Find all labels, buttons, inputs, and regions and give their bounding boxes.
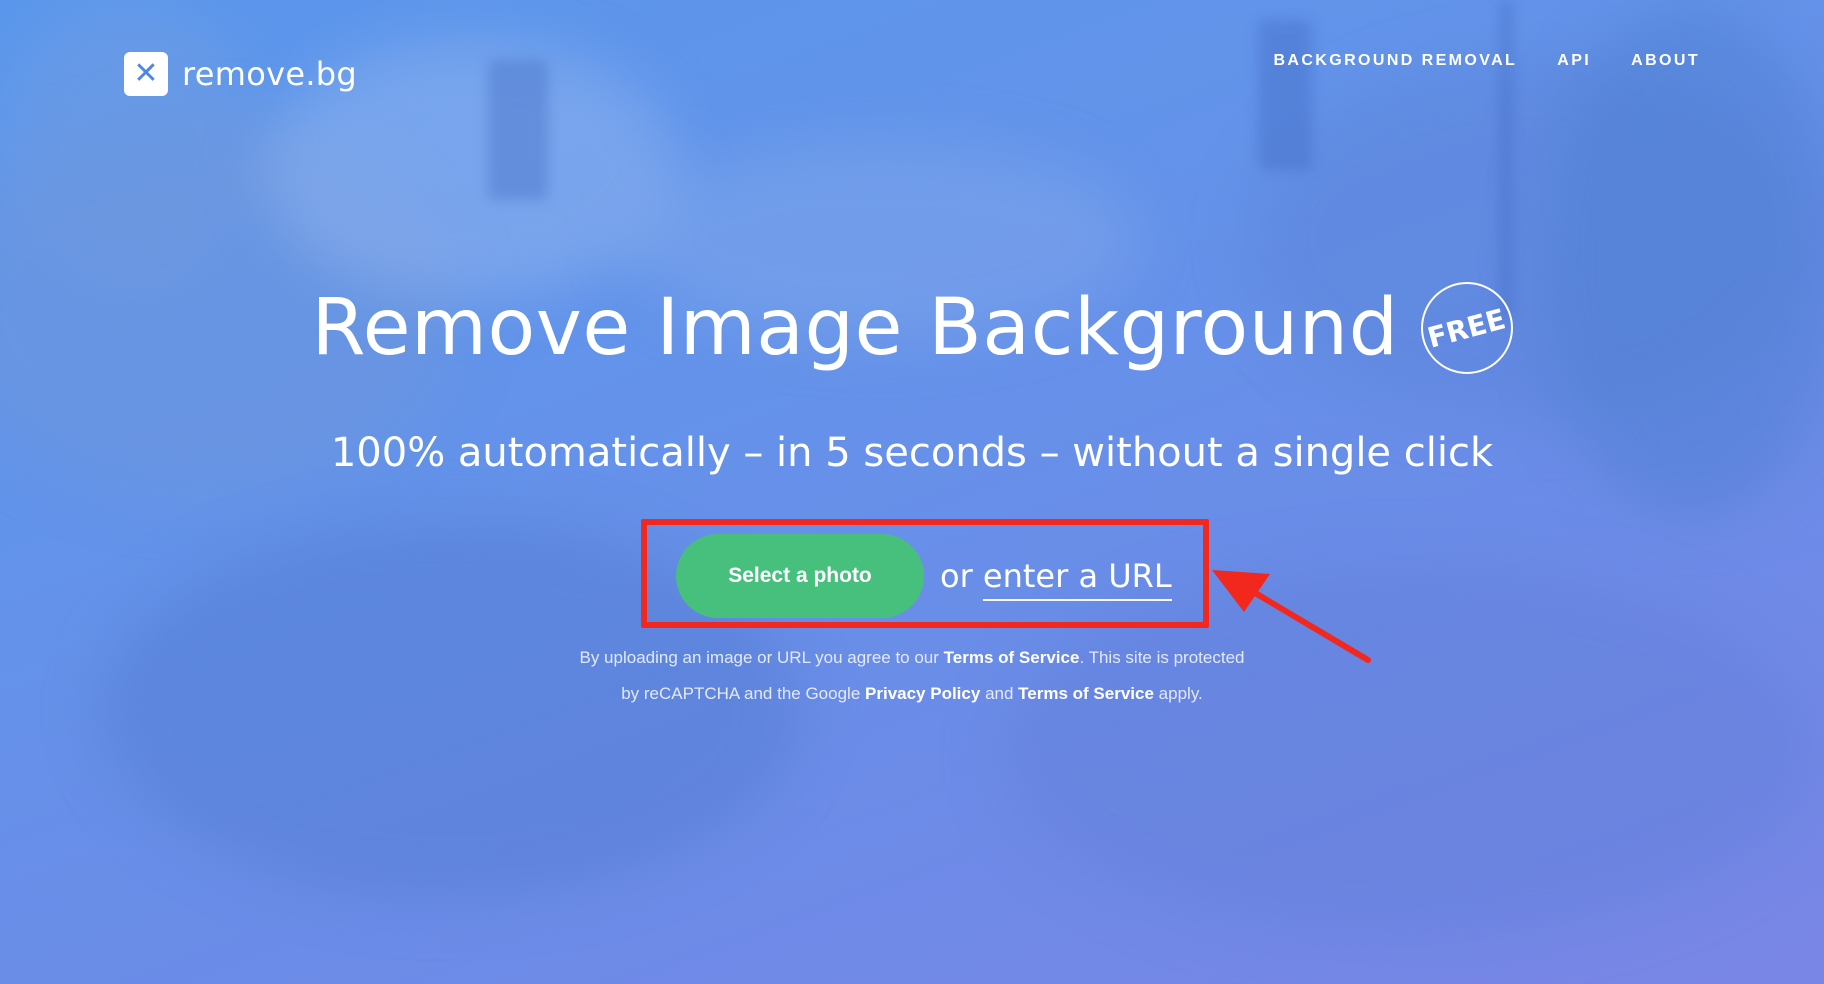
nav-api[interactable]: API — [1557, 52, 1591, 70]
hero-background — [0, 0, 1824, 984]
terms-of-service-link-2[interactable]: Terms of Service — [1018, 684, 1154, 703]
annotation-arrow-icon — [1212, 570, 1371, 663]
free-badge: FREE — [1420, 282, 1513, 374]
legal-line-2: by reCAPTCHA and the Google Privacy Poli… — [0, 676, 1824, 712]
annotation-highlight-box — [641, 519, 1209, 628]
brand-name: remove.bg — [182, 55, 358, 93]
background-pole — [1500, 0, 1512, 320]
legal-line-1: By uploading an image or URL you agree t… — [0, 640, 1824, 676]
legal-text: apply. — [1158, 684, 1203, 703]
terms-of-service-link[interactable]: Terms of Service — [944, 648, 1080, 667]
brand-logo[interactable]: ✕ remove.bg — [124, 52, 357, 96]
legal-text: by reCAPTCHA and the Google — [621, 684, 861, 703]
headline-row: Remove Image Background FREE — [0, 282, 1824, 374]
legal-text: and — [985, 684, 1014, 703]
top-nav: BACKGROUND REMOVAL API ABOUT — [1273, 52, 1700, 70]
nav-about[interactable]: ABOUT — [1631, 52, 1700, 70]
logo-x-icon: ✕ — [124, 52, 168, 96]
page-title: Remove Image Background — [311, 283, 1399, 373]
legal-text: By uploading an image or URL you agree t… — [579, 648, 939, 667]
background-traffic-light — [1258, 20, 1312, 170]
page-subtitle: 100% automatically – in 5 seconds – with… — [330, 430, 1494, 476]
free-badge-label: FREE — [1424, 301, 1510, 355]
nav-background-removal[interactable]: BACKGROUND REMOVAL — [1273, 52, 1517, 70]
background-traffic-light — [488, 60, 548, 200]
privacy-policy-link[interactable]: Privacy Policy — [865, 684, 980, 703]
legal-notice: By uploading an image or URL you agree t… — [0, 640, 1824, 712]
